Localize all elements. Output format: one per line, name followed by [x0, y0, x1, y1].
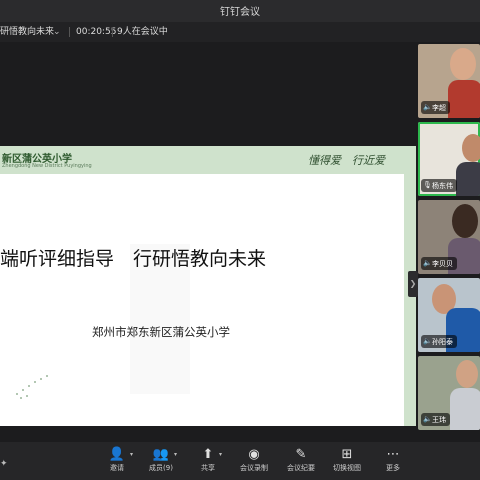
- speaker-icon: 🔈: [423, 103, 432, 111]
- slide-title: 端听评细指导 行研悟教向未来: [0, 248, 267, 270]
- participant-tile[interactable]: 🔈 李超: [418, 44, 480, 118]
- speaker-icon: 🔈: [423, 415, 432, 423]
- grid-view-icon: ⊞: [341, 447, 353, 462]
- minutes-button[interactable]: ✎ 会议纪要: [278, 446, 324, 478]
- chevron-down-icon[interactable]: ⌄: [53, 22, 61, 42]
- slide-decoration: [14, 371, 50, 401]
- shared-screen-area: 新区蒲公英小学 Zhengdong New District Puyingyin…: [0, 42, 418, 442]
- slide-side-strip: [404, 174, 416, 426]
- chevron-down-icon[interactable]: ▾: [130, 451, 133, 458]
- invite-button[interactable]: 👤 邀请 ▾: [94, 446, 140, 478]
- switch-view-label: 切换视图: [333, 464, 361, 472]
- speaker-icon: 🔈: [423, 259, 432, 267]
- participant-name-tag: 🔈 孙阳泰: [421, 335, 457, 348]
- slide-subtitle: 郑州市郑东新区蒲公英小学: [92, 325, 230, 339]
- participant-name: 孙阳泰: [432, 337, 453, 346]
- slide-school-name-en: Zhengdong New District Puyingying: [2, 163, 92, 169]
- minutes-icon: ✎: [295, 447, 307, 462]
- mic-icon: 🎙: [423, 181, 432, 189]
- participant-name: 杨东伟: [432, 181, 453, 190]
- participant-name: 王玮: [432, 415, 446, 424]
- window-titlebar: 钉钉会议: [0, 0, 480, 22]
- meeting-info-bar: 研悟教向未来 ⌄ 00:20:55 9人在会议中: [0, 22, 480, 42]
- members-icon: 👥: [152, 447, 170, 462]
- slide-body: 端听评细指导 行研悟教向未来 郑州市郑东新区蒲公英小学: [0, 174, 404, 426]
- collapse-panel-button[interactable]: ❯: [408, 271, 418, 297]
- participant-name-tag: 🔈 王玮: [421, 413, 450, 426]
- chevron-down-icon[interactable]: ▾: [219, 451, 222, 458]
- record-label: 会议录制: [240, 464, 268, 472]
- ai-assistant-icon[interactable]: ✦: [0, 459, 8, 473]
- share-button[interactable]: ⬆ 共享 ▾: [185, 446, 231, 478]
- participant-tile[interactable]: 🔈 李贝贝: [418, 200, 480, 274]
- participant-name-tag: 🔈 李超: [421, 101, 450, 114]
- participant-panel: 🔈 李超 🎙 杨东伟 🔈 李贝贝 🔈 孙阳泰 🔈 王玮: [418, 44, 480, 440]
- participant-name: 李超: [432, 103, 446, 112]
- minutes-label: 会议纪要: [287, 464, 315, 472]
- window-title: 钉钉会议: [220, 7, 260, 18]
- more-icon: ⋯: [386, 447, 400, 462]
- presentation-slide: 新区蒲公英小学 Zhengdong New District Puyingyin…: [0, 146, 416, 426]
- more-label: 更多: [386, 464, 400, 472]
- share-label: 共享: [201, 464, 215, 472]
- members-button[interactable]: 👥 成员(9) ▾: [138, 446, 184, 478]
- more-button[interactable]: ⋯ 更多: [370, 446, 416, 478]
- add-user-icon: 👤: [108, 447, 126, 462]
- meeting-toolbar: 👤 邀请 ▾ 👥 成员(9) ▾ ⬆ 共享 ▾ ◉ 会议录制 ✎ 会议纪要 ⊞ …: [0, 442, 480, 480]
- record-button[interactable]: ◉ 会议录制: [231, 446, 277, 478]
- chevron-down-icon[interactable]: ▾: [174, 451, 177, 458]
- slide-motto: 懂得爱 行近爱: [308, 154, 385, 167]
- meeting-name[interactable]: 研悟教向未来: [0, 22, 54, 42]
- speaker-icon: 🔈: [423, 337, 432, 345]
- meeting-timer: 00:20:55: [76, 27, 117, 37]
- share-screen-icon: ⬆: [202, 447, 214, 462]
- members-label: 成员(9): [149, 464, 173, 472]
- divider: [112, 27, 113, 37]
- switch-view-button[interactable]: ⊞ 切换视图: [324, 446, 370, 478]
- participant-name-tag: 🎙 杨东伟: [421, 179, 457, 192]
- invite-label: 邀请: [110, 464, 124, 472]
- participant-tile[interactable]: 🔈 王玮: [418, 356, 480, 430]
- record-icon: ◉: [248, 447, 260, 462]
- participant-tile-active[interactable]: 🎙 杨东伟: [418, 122, 480, 196]
- participant-name-tag: 🔈 李贝贝: [421, 257, 457, 270]
- divider: [69, 27, 70, 37]
- participant-name: 李贝贝: [432, 259, 453, 268]
- participant-count[interactable]: 9人在会议中: [117, 22, 168, 42]
- participant-tile[interactable]: 🔈 孙阳泰: [418, 278, 480, 352]
